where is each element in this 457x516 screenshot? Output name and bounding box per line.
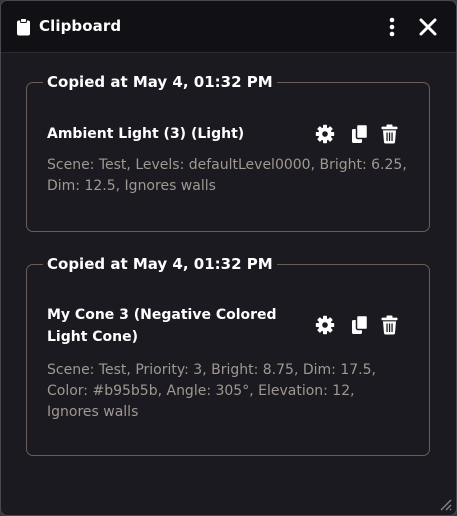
clipboard-entry: Copied at May 4, 01:32 PM My Cone 3 (Neg… bbox=[26, 253, 430, 456]
trash-icon[interactable] bbox=[378, 314, 400, 336]
entry-name: Ambient Light (3) (Light) bbox=[47, 126, 245, 142]
copy-icon[interactable] bbox=[349, 123, 371, 145]
gear-icon[interactable] bbox=[314, 123, 336, 145]
clipboard-icon bbox=[17, 18, 30, 36]
copy-icon[interactable] bbox=[349, 314, 371, 336]
entry-name: My Cone 3 (Negative Colored Light Cone) bbox=[47, 307, 277, 345]
entry-description: Scene: Test, Levels: defaultLevel0000, B… bbox=[47, 157, 407, 194]
vertical-ellipsis-icon[interactable] bbox=[384, 15, 400, 39]
clipboard-entry: Copied at May 4, 01:32 PM Ambient Light … bbox=[26, 71, 430, 232]
gear-icon[interactable] bbox=[314, 314, 336, 336]
entry-actions bbox=[314, 314, 400, 336]
entry-timestamp: Copied at May 4, 01:32 PM bbox=[43, 253, 277, 275]
close-icon[interactable] bbox=[417, 16, 439, 38]
entry-timestamp: Copied at May 4, 01:32 PM bbox=[43, 71, 277, 93]
window-titlebar[interactable]: Clipboard bbox=[1, 1, 456, 53]
window-title: Clipboard bbox=[39, 17, 122, 35]
clipboard-window: Clipboard Copied at May 4, 01:32 PM Ambi… bbox=[0, 0, 457, 516]
resize-handle-icon[interactable] bbox=[438, 497, 452, 511]
trash-icon[interactable] bbox=[378, 123, 400, 145]
entry-description: Scene: Test, Priority: 3, Bright: 8.75, … bbox=[47, 362, 376, 420]
entry-actions bbox=[314, 123, 400, 145]
